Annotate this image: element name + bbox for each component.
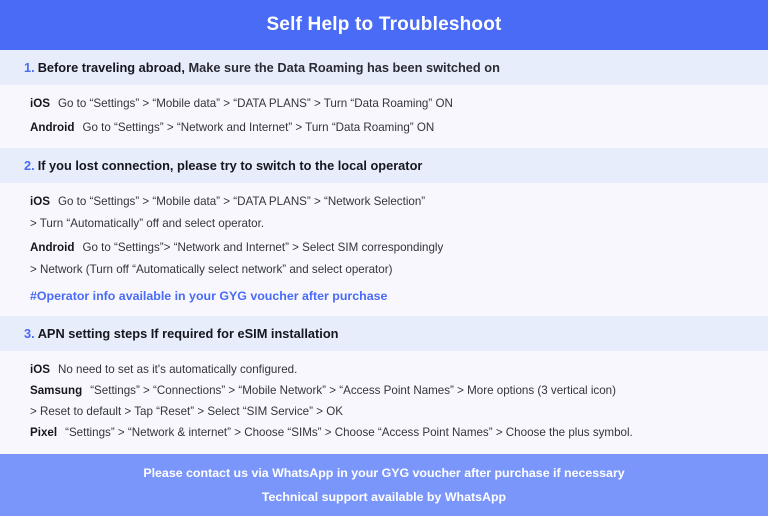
instruction-text: Go to “Settings” > “Mobile data” > “DATA…	[57, 97, 453, 110]
instruction-text: “Settings” > “Network & internet” > Choo…	[65, 426, 633, 439]
troubleshoot-info-card: Self Help to Troubleshoot 1. Before trave…	[0, 0, 768, 516]
instruction-text: No need to set as it's automatically con…	[57, 363, 298, 376]
instruction-line: iOS Go to “Settings” > “Mobile data” > “D…	[30, 96, 744, 112]
footer-support-line: Technical support available by WhatsApp	[261, 489, 507, 504]
section-1-number: 1.	[24, 60, 35, 75]
instruction-text: Go to “Settings” > “Mobile data” > “DATA…	[57, 195, 426, 208]
instruction-line: iOS No need to set as it's automatically …	[30, 362, 744, 378]
instruction-text: > Network (Turn off “Automatically selec…	[30, 263, 393, 276]
section-2-number: 2.	[24, 158, 35, 173]
instruction-line: Samsung “Settings” > “Connections” > “Mob…	[30, 383, 744, 399]
os-label-ios: iOS	[30, 363, 50, 376]
section-2-heading: 2. If you lost connection, please try to …	[0, 148, 768, 183]
card-content: 1. Before traveling abroad, Make sure the…	[0, 50, 768, 454]
instruction-line: Pixel “Settings” > “Network & internet” >…	[30, 425, 744, 441]
section-2-body: iOS Go to “Settings” > “Mobile data” > “D…	[0, 183, 768, 316]
instruction-text: > Turn “Automatically” off and select op…	[30, 217, 265, 230]
page-title: Self Help to Troubleshoot	[266, 14, 502, 35]
instruction-text: Go to “Settings” > “Network and Internet…	[82, 121, 435, 134]
footer-contact-line: Please contact us via WhatsApp in your G…	[143, 465, 625, 480]
section-1: 1. Before traveling abroad, Make sure the…	[0, 50, 768, 148]
os-label-android: Android	[30, 121, 75, 134]
os-label-pixel: Pixel	[30, 426, 58, 439]
instruction-line: > Reset to default > Tap “Reset” > Selec…	[30, 404, 744, 420]
section-1-body: iOS Go to “Settings” > “Mobile data” > “D…	[0, 85, 768, 148]
instruction-line: Android Go to “Settings” > “Network and I…	[30, 120, 744, 136]
os-label-samsung: Samsung	[30, 384, 83, 397]
section-3-body: iOS No need to set as it's automatically …	[0, 351, 768, 454]
instruction-line: iOS Go to “Settings” > “Mobile data” > “D…	[30, 194, 744, 210]
section-3-number: 3.	[24, 326, 35, 341]
section-3: 3. APN setting steps If required for eSIM…	[0, 316, 768, 454]
section-2: 2. If you lost connection, please try to …	[0, 148, 768, 316]
section-1-rest: Make sure the Data Roaming has been swit…	[184, 60, 500, 75]
instruction-line: Android Go to “Settings”> “Network and In…	[30, 240, 744, 256]
instruction-line: > Turn “Automatically” off and select op…	[30, 216, 744, 232]
card-footer: Please contact us via WhatsApp in your G…	[0, 454, 768, 516]
section-2-lead: If you lost connection, please try to sw…	[37, 158, 423, 173]
instruction-line: > Network (Turn off “Automatically selec…	[30, 262, 744, 278]
operator-info-note: #Operator info available in your GYG vou…	[30, 289, 388, 303]
instruction-text: “Settings” > “Connections” > “Mobile Net…	[90, 384, 616, 397]
instruction-text: > Reset to default > Tap “Reset” > Selec…	[30, 405, 343, 418]
instruction-text: Go to “Settings”> “Network and Internet”…	[82, 241, 444, 254]
os-label-ios: iOS	[30, 195, 50, 208]
card-header: Self Help to Troubleshoot	[0, 0, 768, 50]
section-3-heading: 3. APN setting steps If required for eSIM…	[0, 316, 768, 351]
section-1-lead: Before traveling abroad,	[37, 60, 185, 75]
os-label-ios: iOS	[30, 97, 50, 110]
section-1-heading: 1. Before traveling abroad, Make sure the…	[0, 50, 768, 85]
section-3-lead: APN setting steps If required for eSIM i…	[37, 326, 339, 341]
os-label-android: Android	[30, 241, 75, 254]
